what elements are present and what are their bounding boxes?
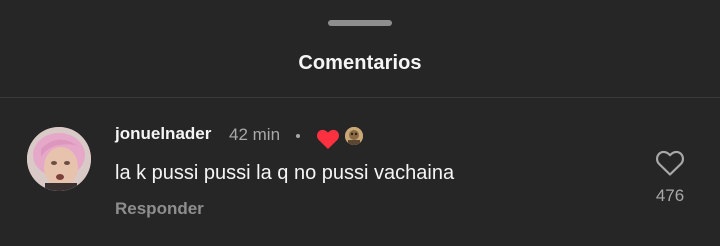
comment-time: 42 min — [229, 125, 281, 144]
user-avatar[interactable] — [27, 127, 91, 191]
like-count: 476 — [655, 186, 685, 205]
heart-outline-icon — [655, 150, 685, 176]
comments-sheet: Comentarios jonuelnader 42 min la k puss… — [0, 0, 720, 246]
heart-filled-icon — [316, 128, 340, 150]
comment-item: jonuelnader 42 min la k pussi pussi la q… — [0, 98, 720, 246]
comment-username[interactable]: jonuelnader — [115, 124, 211, 144]
like-button[interactable] — [655, 149, 685, 177]
drag-handle[interactable] — [328, 20, 392, 26]
avatar-photo-icon — [27, 127, 91, 191]
comment-text: la k pussi pussi la q no pussi vachaina — [115, 162, 455, 184]
reply-button[interactable]: Responder — [115, 199, 204, 219]
sheet-title: Comentarios — [298, 52, 422, 74]
author-avatar-icon — [345, 127, 363, 145]
separator-dot — [296, 134, 300, 138]
